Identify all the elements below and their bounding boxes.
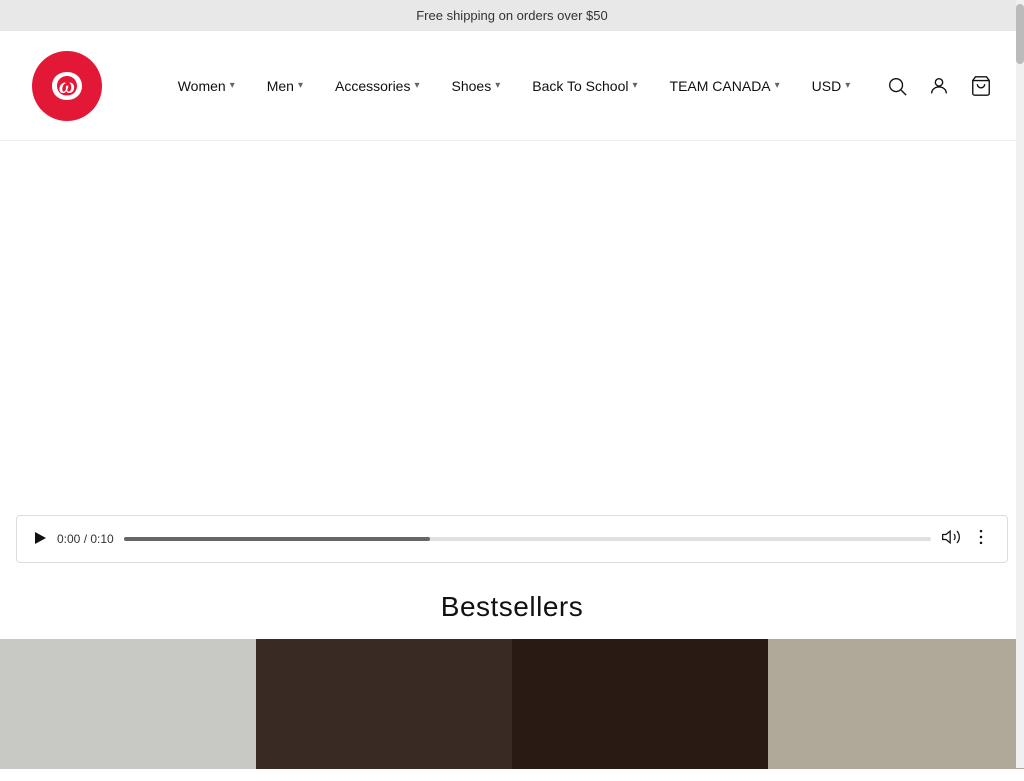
nav-item-men[interactable]: Men ▾	[267, 78, 303, 94]
nav-item-shoes[interactable]: Shoes ▾	[452, 78, 501, 94]
product-image-1	[0, 639, 256, 769]
nav-label-back-to-school: Back To School	[532, 78, 628, 94]
product-image-2	[256, 639, 512, 769]
chevron-down-icon: ▾	[298, 80, 303, 91]
chevron-down-icon: ▾	[775, 80, 780, 91]
cart-button[interactable]	[970, 75, 992, 97]
nav-label-men: Men	[267, 78, 294, 94]
product-card-1[interactable]	[0, 639, 256, 769]
account-icon	[928, 75, 950, 97]
nav-label-shoes: Shoes	[452, 78, 492, 94]
more-icon	[971, 527, 991, 547]
search-icon	[886, 75, 908, 97]
product-card-3[interactable]	[512, 639, 768, 769]
video-area	[0, 141, 1024, 507]
product-image-4	[768, 639, 1024, 769]
scrollbar[interactable]	[1016, 0, 1024, 768]
volume-icon	[941, 527, 961, 547]
svg-text:ω: ω	[59, 73, 75, 98]
nav-label-accessories: Accessories	[335, 78, 410, 94]
bestsellers-section: Bestsellers	[0, 571, 1024, 781]
chevron-down-icon: ▾	[495, 80, 500, 91]
progress-bar[interactable]	[124, 537, 931, 541]
video-section: 0:00 / 0:10	[0, 141, 1024, 571]
product-grid	[0, 639, 1024, 769]
nav-label-currency: USD	[812, 78, 842, 94]
time-display: 0:00 / 0:10	[57, 532, 114, 546]
announcement-bar: Free shipping on orders over $50	[0, 0, 1024, 31]
nav-item-back-to-school[interactable]: Back To School ▾	[532, 78, 637, 94]
nav-item-women[interactable]: Women ▾	[178, 78, 235, 94]
chevron-down-icon: ▾	[845, 80, 850, 91]
video-controls[interactable]: 0:00 / 0:10	[16, 515, 1008, 563]
more-options-button[interactable]	[971, 527, 991, 552]
cart-icon	[970, 75, 992, 97]
chevron-down-icon: ▾	[230, 80, 235, 91]
header-icons	[886, 75, 992, 97]
nav-item-accessories[interactable]: Accessories ▾	[335, 78, 420, 94]
play-button[interactable]	[33, 531, 47, 548]
bestsellers-title: Bestsellers	[0, 591, 1024, 623]
play-icon	[33, 531, 47, 545]
chevron-down-icon: ▾	[632, 80, 637, 91]
search-button[interactable]	[886, 75, 908, 97]
scrollbar-thumb[interactable]	[1016, 4, 1024, 64]
account-button[interactable]	[928, 75, 950, 97]
volume-button[interactable]	[941, 527, 961, 552]
announcement-text: Free shipping on orders over $50	[416, 8, 608, 23]
nav-label-women: Women	[178, 78, 226, 94]
logo-icon: ω	[44, 63, 90, 109]
product-image-3	[512, 639, 768, 769]
chevron-down-icon: ▾	[414, 80, 419, 91]
product-card-4[interactable]	[768, 639, 1024, 769]
logo[interactable]: ω	[32, 51, 102, 121]
progress-played	[124, 537, 431, 541]
product-card-2[interactable]	[256, 639, 512, 769]
header: ω Women ▾ Men ▾ Accessories ▾ Shoes ▾ Ba…	[0, 31, 1024, 141]
nav-label-team-canada: TEAM CANADA	[670, 78, 771, 94]
logo-circle[interactable]: ω	[32, 51, 102, 121]
nav-item-team-canada[interactable]: TEAM CANADA ▾	[670, 78, 780, 94]
main-nav: Women ▾ Men ▾ Accessories ▾ Shoes ▾ Back…	[142, 78, 886, 94]
nav-item-currency[interactable]: USD ▾	[812, 78, 851, 94]
